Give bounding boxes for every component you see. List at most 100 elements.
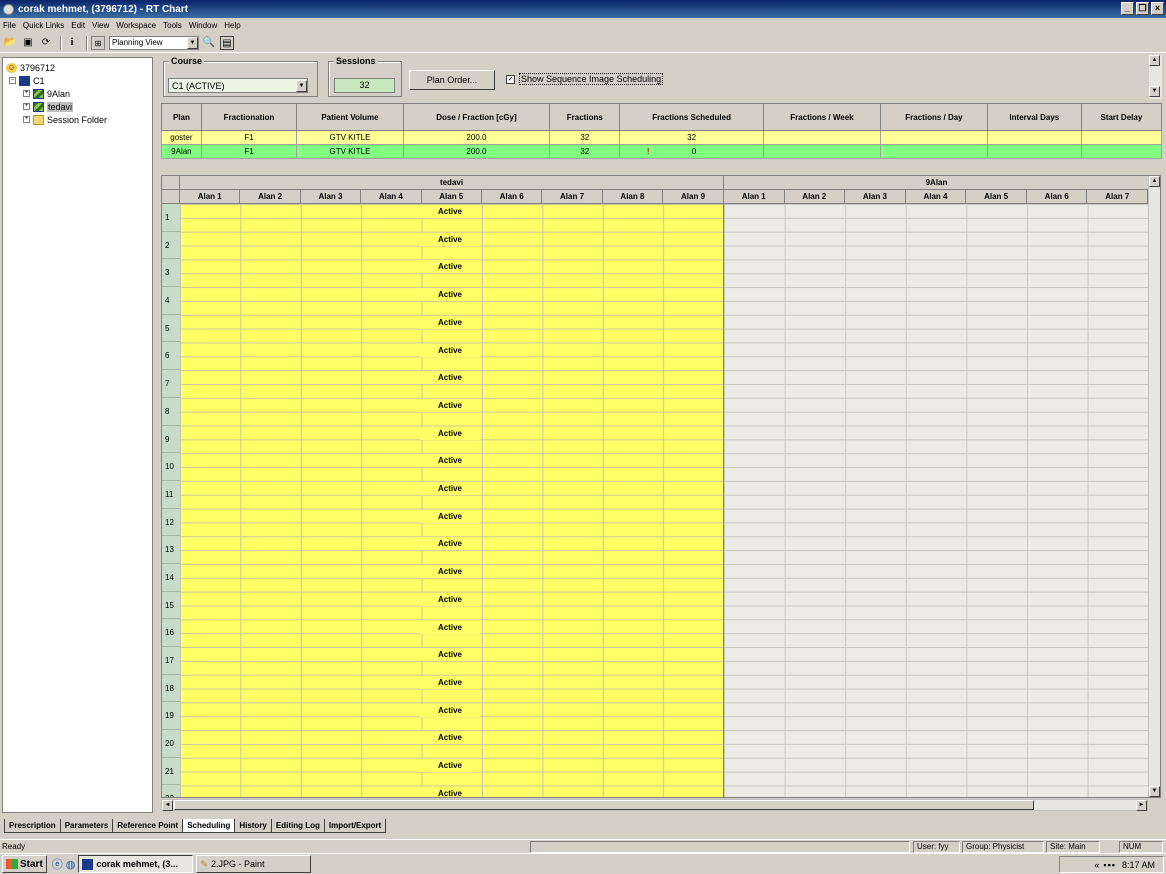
session-status[interactable]: Active xyxy=(420,703,480,717)
menu-window[interactable]: Window xyxy=(189,21,217,30)
session-status[interactable]: Active xyxy=(420,315,480,329)
session-number[interactable]: 21 xyxy=(162,757,180,786)
expand-icon[interactable]: + xyxy=(23,116,30,123)
tree-item-patient[interactable]: ☺ 3796712 xyxy=(3,61,152,74)
cell-per-day[interactable] xyxy=(880,144,988,159)
collapse-icon[interactable]: − xyxy=(9,77,16,84)
session-number[interactable]: 18 xyxy=(162,674,180,703)
menu-file[interactable]: File xyxy=(3,21,16,30)
ie-icon[interactable]: ⓔ xyxy=(52,856,63,872)
col-fractionation[interactable]: Fractionation xyxy=(200,103,298,131)
tab-import-export[interactable]: Import/Export xyxy=(323,819,387,833)
session-number[interactable]: 5 xyxy=(162,314,180,343)
scroll-down-icon[interactable]: ▼ xyxy=(1149,786,1160,797)
expand-icon[interactable]: + xyxy=(23,103,30,110)
session-status[interactable]: Active xyxy=(420,426,480,440)
tray-icons[interactable]: ▪▪▪ xyxy=(1103,860,1116,870)
col-patient-volume[interactable]: Patient Volume xyxy=(296,103,404,131)
scroll-up-icon[interactable]: ▲ xyxy=(1149,55,1160,66)
session-number[interactable]: 11 xyxy=(162,480,180,509)
scroll-track[interactable] xyxy=(1149,66,1162,86)
cell-per-week[interactable] xyxy=(762,144,882,159)
session-status[interactable]: Active xyxy=(420,371,480,385)
schedule-scrollbar[interactable]: ▲ ▼ xyxy=(1148,176,1160,797)
session-status[interactable]: Active xyxy=(420,482,480,495)
session-status[interactable]: Active xyxy=(420,786,480,797)
tab-editing-log[interactable]: Editing Log xyxy=(270,819,325,833)
tray-chevron-icon[interactable]: « xyxy=(1094,860,1099,870)
maximize-button[interactable]: ❐ xyxy=(1136,2,1149,15)
session-status[interactable]: Active xyxy=(420,398,480,412)
tree-item-session-folder[interactable]: + Session Folder xyxy=(3,113,152,126)
session-number[interactable]: 22 xyxy=(162,785,180,797)
session-number[interactable]: 20 xyxy=(162,730,180,758)
col-start-delay[interactable]: Start Delay xyxy=(1080,103,1163,131)
session-status[interactable]: Active xyxy=(420,675,480,689)
tab-reference-point[interactable]: Reference Point xyxy=(112,819,184,833)
menu-view[interactable]: View xyxy=(92,21,109,30)
tree-icon[interactable]: ⊞ xyxy=(91,35,105,50)
menu-edit[interactable]: Edit xyxy=(71,21,85,30)
col-fractions-week[interactable]: Fractions / Week xyxy=(762,103,882,131)
session-number[interactable]: 6 xyxy=(162,342,180,371)
cell-interval[interactable] xyxy=(986,130,1082,145)
explorer-icon[interactable]: ◍ xyxy=(66,858,76,871)
session-status[interactable]: Active xyxy=(420,565,480,579)
info-icon[interactable]: i xyxy=(65,36,79,50)
start-button[interactable]: Start xyxy=(2,855,47,873)
tab-prescription[interactable]: Prescription xyxy=(4,819,61,833)
9alan-schedule-block[interactable] xyxy=(724,204,1160,797)
session-status[interactable]: Active xyxy=(420,620,480,634)
scroll-right-icon[interactable]: ► xyxy=(1136,800,1147,811)
session-number[interactable]: 19 xyxy=(162,702,180,731)
chevron-down-icon[interactable]: ▼ xyxy=(296,79,307,92)
tree-item-9alan[interactable]: + 9Alan xyxy=(3,87,152,100)
session-status[interactable]: Active xyxy=(420,759,480,772)
session-number[interactable]: 12 xyxy=(162,508,180,537)
cell-per-week[interactable] xyxy=(762,130,882,145)
zoom-icon[interactable]: 🔍 xyxy=(202,36,216,50)
cell-start-delay[interactable] xyxy=(1080,130,1163,145)
table-row[interactable]: goster F1 GTV KITLE 200.0 32 32 xyxy=(161,130,1163,145)
refresh-icon[interactable]: ⟳ xyxy=(39,36,53,50)
tedavi-schedule-block[interactable]: Active Active Active Active Active Active Acti… xyxy=(180,204,724,797)
session-number[interactable]: 8 xyxy=(162,397,180,426)
checkbox-check-icon[interactable]: ✓ xyxy=(506,74,515,84)
session-number[interactable]: 17 xyxy=(162,647,180,675)
session-status[interactable]: Active xyxy=(420,205,480,218)
tab-scheduling[interactable]: Scheduling xyxy=(182,819,236,833)
layout-icon[interactable]: ▤ xyxy=(220,35,234,50)
session-number[interactable]: 1 xyxy=(162,204,180,232)
tree-item-course[interactable]: − C1 xyxy=(3,74,152,87)
scroll-down-icon[interactable]: ▼ xyxy=(1149,86,1160,97)
session-status[interactable]: Active xyxy=(420,592,480,606)
table-row[interactable]: 9Alan F1 GTV KITLE 200.0 32 ! 0 xyxy=(161,144,1163,159)
session-status[interactable]: Active xyxy=(420,509,480,523)
tab-parameters[interactable]: Parameters xyxy=(59,819,114,833)
col-fractions[interactable]: Fractions xyxy=(549,103,621,131)
col-dose-fraction[interactable]: Dose / Fraction [cGy] xyxy=(402,103,551,131)
session-number[interactable]: 4 xyxy=(162,287,180,315)
save-icon[interactable]: ▣ xyxy=(21,36,35,50)
open-icon[interactable]: 📂 xyxy=(3,36,17,50)
session-number[interactable]: 9 xyxy=(162,425,180,454)
cell-per-day[interactable] xyxy=(880,130,988,145)
show-sequence-checkbox[interactable]: ✓ Show Sequence Image Scheduling xyxy=(506,73,664,85)
plan-order-button[interactable]: Plan Order... xyxy=(409,70,495,90)
menu-help[interactable]: Help xyxy=(224,21,240,30)
cell-start-delay[interactable] xyxy=(1080,144,1163,159)
taskbar-item-rtchart[interactable]: corak mehmet, (3... xyxy=(78,855,194,873)
close-button[interactable]: × xyxy=(1151,2,1164,15)
session-status[interactable]: Active xyxy=(420,232,480,246)
scroll-left-icon[interactable]: ◄ xyxy=(162,800,173,811)
minimize-button[interactable]: _ xyxy=(1121,2,1134,15)
menu-workspace[interactable]: Workspace xyxy=(116,21,156,30)
session-status[interactable]: Active xyxy=(420,288,480,302)
session-status[interactable]: Active xyxy=(420,343,480,357)
expand-icon[interactable]: + xyxy=(23,90,30,97)
session-number[interactable]: 13 xyxy=(162,536,180,564)
session-number[interactable]: 15 xyxy=(162,591,180,620)
col-interval-days[interactable]: Interval Days xyxy=(986,103,1082,131)
menu-tools[interactable]: Tools xyxy=(163,21,182,30)
col-fractions-scheduled[interactable]: Fractions Scheduled xyxy=(619,103,764,131)
